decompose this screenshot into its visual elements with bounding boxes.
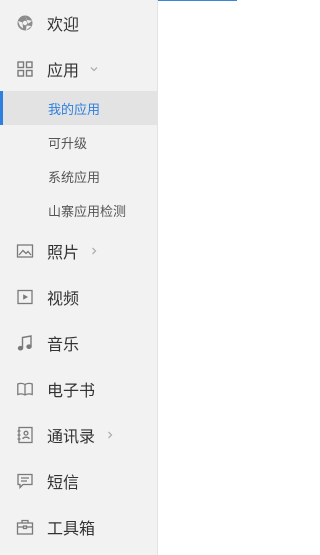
- subnav-item-my-apps[interactable]: 我的应用: [0, 91, 158, 125]
- nav-label-toolbox: 工具箱: [47, 519, 96, 538]
- chevron-right-icon: [105, 430, 115, 440]
- subnav-label-counterfeit-check: 山寨应用检测: [48, 204, 127, 220]
- nav-item-videos[interactable]: 视频: [0, 274, 158, 320]
- nav-item-apps[interactable]: 应用: [0, 46, 158, 92]
- nav-label-photos: 照片: [47, 243, 80, 262]
- music-note-icon: [16, 334, 34, 352]
- welcome-icon: [16, 14, 34, 32]
- nav-label-ebooks: 电子书: [47, 381, 96, 400]
- nav-item-welcome[interactable]: 欢迎: [0, 0, 158, 46]
- nav-label-sms: 短信: [47, 473, 80, 492]
- nav-label-welcome: 欢迎: [47, 15, 80, 34]
- nav-item-ebooks[interactable]: 电子书: [0, 366, 158, 412]
- contacts-icon: [16, 426, 34, 444]
- nav-label-music: 音乐: [47, 335, 80, 354]
- subnav-item-system-apps[interactable]: 系统应用: [0, 159, 158, 193]
- subnav-label-upgradable: 可升级: [48, 136, 88, 152]
- subnav-item-counterfeit-check[interactable]: 山寨应用检测: [0, 193, 158, 227]
- apps-grid-icon: [16, 60, 34, 78]
- subnav-item-upgradable[interactable]: 可升级: [0, 125, 158, 159]
- nav-item-contacts[interactable]: 通讯录: [0, 412, 158, 458]
- nav-item-sms[interactable]: 短信: [0, 458, 158, 504]
- message-icon: [16, 472, 34, 490]
- subnav-label-system-apps: 系统应用: [48, 170, 101, 186]
- chevron-down-icon: [89, 64, 99, 74]
- toolbox-icon: [16, 518, 34, 536]
- chevron-right-icon: [89, 246, 99, 256]
- nav-item-photos[interactable]: 照片: [0, 228, 158, 274]
- book-icon: [16, 380, 34, 398]
- top-accent-line: [158, 0, 237, 1]
- video-icon: [16, 288, 34, 306]
- subnav-label-my-apps: 我的应用: [48, 102, 101, 118]
- nav-label-videos: 视频: [47, 289, 80, 308]
- nav-item-toolbox[interactable]: 工具箱: [0, 504, 158, 550]
- sidebar-nav: 欢迎 应用 我的应用 可升级 系统应用 山寨应用检测 照片 视频 音乐 电子书 …: [0, 0, 158, 555]
- nav-item-music[interactable]: 音乐: [0, 320, 158, 366]
- image-icon: [16, 242, 34, 260]
- nav-label-apps: 应用: [47, 61, 80, 80]
- nav-label-contacts: 通讯录: [47, 427, 96, 446]
